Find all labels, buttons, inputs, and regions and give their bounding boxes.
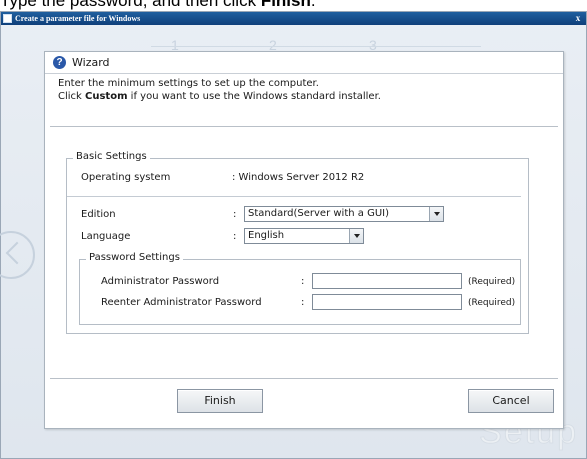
admin-password-colon: : (301, 276, 305, 287)
intro-line-2: Click Custom if you want to use the Wind… (58, 90, 381, 103)
instruction-prefix: Type the password, and then click (0, 0, 261, 10)
intro-line-2-prefix: Click (58, 91, 86, 102)
language-colon: : (233, 231, 237, 242)
language-select[interactable]: English (244, 228, 364, 244)
app-icon (3, 14, 12, 23)
chevron-down-icon[interactable] (349, 229, 363, 243)
basic-settings-legend: Basic Settings (73, 151, 150, 162)
language-label: Language (81, 231, 131, 242)
divider (50, 126, 558, 127)
reenter-password-input[interactable] (312, 294, 462, 310)
step-line (151, 46, 481, 47)
close-icon[interactable]: x (573, 13, 583, 23)
custom-keyword: Custom (85, 91, 128, 102)
edition-label: Edition (81, 209, 116, 220)
divider (67, 196, 521, 197)
language-selected-value: English (248, 230, 285, 241)
admin-password-label: Administrator Password (101, 276, 220, 287)
intro-text: Enter the minimum settings to set up the… (58, 77, 381, 103)
os-value: : Windows Server 2012 R2 (232, 172, 365, 183)
cancel-button[interactable]: Cancel (468, 389, 554, 413)
wizard-header: ? Wizard (45, 52, 563, 74)
os-label: Operating system (81, 172, 171, 183)
reenter-password-colon: : (301, 297, 305, 308)
wizard-dialog: ? Wizard Enter the minimum settings to s… (44, 51, 564, 429)
reenter-password-label: Reenter Administrator Password (101, 297, 262, 308)
finish-button[interactable]: Finish (177, 389, 263, 413)
required-indicator: (Required) (468, 298, 516, 308)
edition-colon: : (233, 209, 237, 220)
instruction-text: Type the password, and then click Finish… (0, 0, 587, 11)
window-title: Create a parameter file for Windows (15, 14, 141, 23)
required-indicator: (Required) (468, 277, 516, 287)
help-icon: ? (53, 56, 66, 69)
intro-line-2-suffix: if you want to use the Windows standard … (127, 91, 381, 102)
chevron-down-icon[interactable] (429, 207, 443, 221)
edition-selected-value: Standard(Server with a GUI) (248, 208, 389, 219)
instruction-bold: Finish (260, 0, 311, 10)
password-settings-group (79, 259, 521, 325)
wizard-title: Wizard (72, 56, 110, 69)
intro-line-1: Enter the minimum settings to set up the… (58, 78, 319, 89)
edition-select[interactable]: Standard(Server with a GUI) (244, 206, 444, 222)
admin-password-input[interactable] (312, 273, 462, 289)
divider (50, 378, 558, 379)
password-settings-legend: Password Settings (86, 252, 183, 263)
instruction-suffix: . (310, 0, 316, 10)
window-titlebar: Create a parameter file for Windows x (1, 12, 586, 25)
